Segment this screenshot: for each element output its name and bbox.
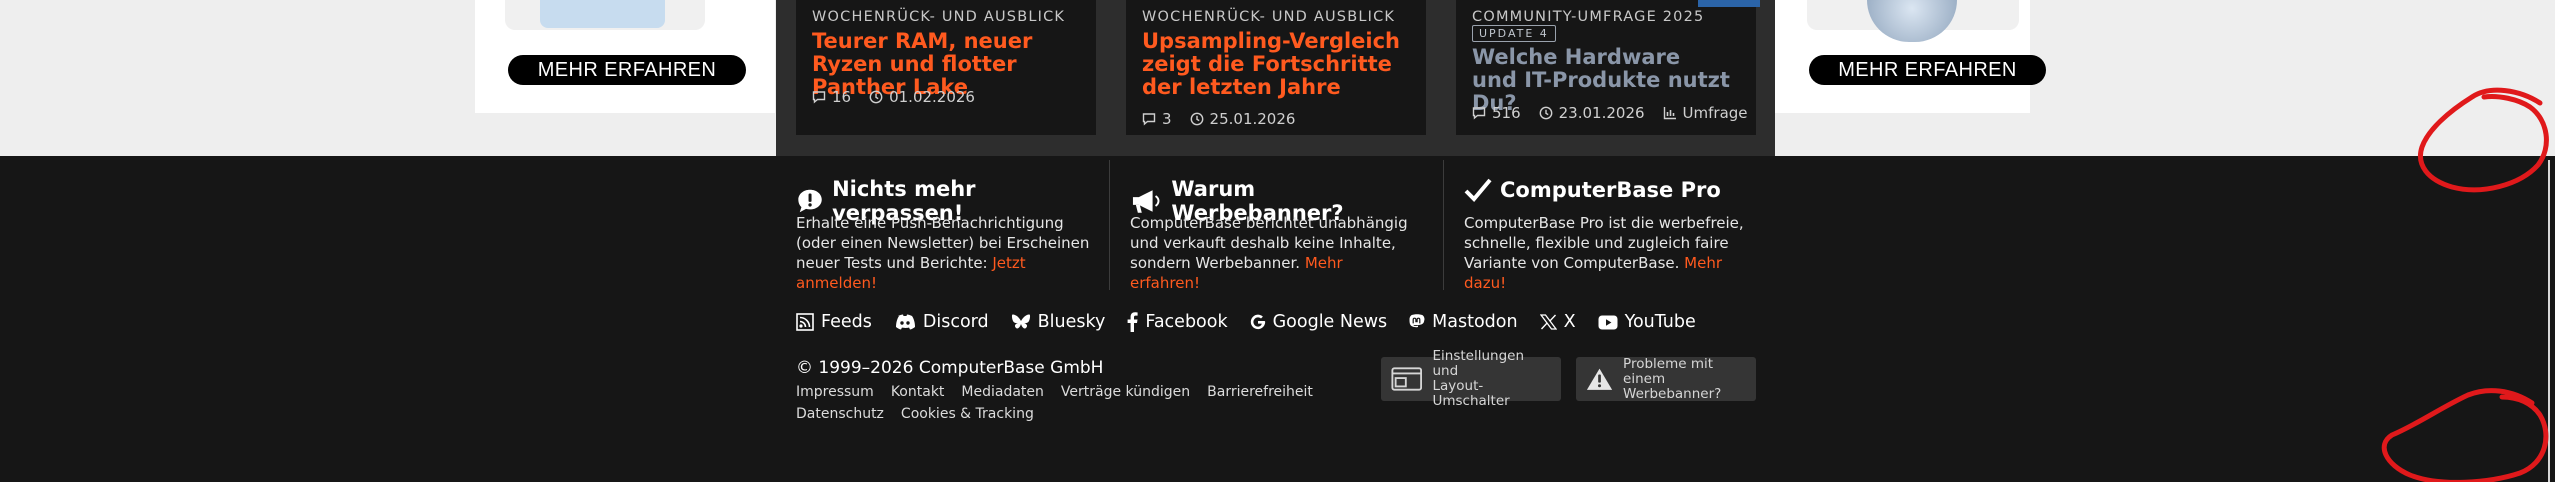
social-label: Google News [1272, 312, 1388, 332]
footer-col-newsletter: Nichts mehr verpassen! Erhalte eine Push… [796, 161, 1096, 292]
legal-link-datenschutz[interactable]: Datenschutz [796, 406, 884, 422]
social-label: Bluesky [1037, 312, 1106, 332]
social-label: Discord [922, 312, 989, 332]
clock-icon [1539, 106, 1553, 120]
footer-col-body: ComputerBase berichtet unabhängig und ve… [1130, 214, 1408, 272]
article-headline[interactable]: Upsampling-Vergleich zeigt die Fortschri… [1142, 30, 1422, 99]
legal-link-impressum[interactable]: Impressum [796, 384, 874, 400]
ad-problem-button[interactable]: Probleme mit einem Werbebanner? [1576, 355, 1756, 402]
discord-icon [895, 314, 915, 330]
settings-line1: Einstellungen und [1432, 348, 1524, 379]
social-x[interactable]: X [1539, 312, 1576, 332]
megaphone-icon [1132, 190, 1160, 213]
comment-count[interactable]: 3 [1162, 110, 1172, 128]
social-links: Feeds Discord Bluesky Facebook Google Ne… [796, 312, 1696, 332]
article-kicker: WOCHENRÜCK- UND AUSBLICK [812, 9, 1066, 25]
clock-icon [869, 90, 883, 104]
footer-divider [1443, 160, 1444, 290]
youtube-icon [1598, 315, 1618, 329]
footer-col-text: ComputerBase Pro ist die werbefreie, sch… [1464, 213, 1764, 293]
ad-problem-label: Probleme mit einem Werbebanner? [1623, 355, 1746, 402]
article-meta: 16 01.02.2026 [812, 88, 975, 106]
check-icon [1464, 178, 1492, 202]
comment-icon [1472, 107, 1486, 120]
annotation-scribbles [2381, 87, 2549, 482]
article-card-1[interactable]: WOCHENRÜCK- UND AUSBLICK Teurer RAM, neu… [796, 0, 1096, 135]
legal-link-mediadaten[interactable]: Mediadaten [961, 384, 1044, 400]
legal-link-vertraege[interactable]: Verträge kündigen [1061, 384, 1190, 400]
comment-icon [812, 91, 826, 104]
bluesky-icon [1011, 314, 1030, 329]
scribble-top [2418, 87, 2549, 193]
ad-right: MEHR ERFAHREN [1775, 0, 2046, 113]
google-icon [1250, 314, 1265, 330]
article-kicker: COMMUNITY-UMFRAGE 2025 [1472, 9, 1705, 25]
social-feeds[interactable]: Feeds [796, 312, 872, 332]
footer-col-body: Erhalte eine Push-Benachrichtigung (oder… [796, 214, 1090, 272]
article-meta: 3 25.01.2026 [1142, 110, 1295, 128]
ad-left-button[interactable]: MEHR ERFAHREN [508, 55, 746, 85]
footer-col-text: Erhalte eine Push-Benachrichtigung (oder… [796, 213, 1096, 293]
ad-right-button[interactable]: MEHR ERFAHREN [1809, 55, 2046, 85]
social-label: Facebook [1145, 312, 1228, 332]
comment-count[interactable]: 516 [1492, 104, 1521, 122]
article-meta: 516 23.01.2026 Umfrage [1472, 104, 1748, 122]
footer-col-text: ComputerBase berichtet unabhängig und ve… [1130, 213, 1410, 293]
social-facebook[interactable]: Facebook [1127, 312, 1228, 332]
article-date: 25.01.2026 [1209, 110, 1296, 128]
ad-left: MEHR ERFAHREN [475, 0, 775, 113]
chart-icon [1663, 107, 1676, 120]
footer-col-title-text: ComputerBase Pro [1500, 178, 1721, 202]
layout-icon [1391, 367, 1423, 391]
ad-right-product-image [1867, 0, 1957, 42]
clock-icon [1190, 112, 1203, 126]
article-kicker: WOCHENRÜCK- UND AUSBLICK [1142, 9, 1396, 25]
warning-icon [1586, 368, 1613, 390]
social-mastodon[interactable]: Mastodon [1409, 312, 1518, 332]
article-date: 01.02.2026 [889, 88, 975, 106]
social-label: Feeds [821, 312, 872, 332]
social-label: YouTube [1624, 312, 1696, 332]
social-google-news[interactable]: Google News [1250, 312, 1388, 332]
problem-line1: Probleme mit einem [1623, 355, 1714, 387]
legal-link-barrierefreiheit[interactable]: Barrierefreiheit [1207, 384, 1313, 400]
ad-left-product-image [540, 0, 665, 28]
ad-right-image-frame [1807, 0, 2019, 42]
article-tag[interactable]: Umfrage [1683, 104, 1748, 122]
article-card-2[interactable]: WOCHENRÜCK- UND AUSBLICK Upsampling-Verg… [1126, 0, 1426, 135]
social-youtube[interactable]: YouTube [1598, 312, 1696, 332]
social-label: X [1563, 312, 1576, 332]
legal-link-kontakt[interactable]: Kontakt [891, 384, 945, 400]
settings-line2: Layout-Umschalter [1432, 378, 1510, 409]
footer-divider [1109, 160, 1110, 290]
problem-line2: Werbebanner? [1623, 385, 1722, 402]
article-date: 23.01.2026 [1558, 104, 1645, 122]
settings-button-label: Einstellungen und Layout-Umschalter [1432, 349, 1551, 409]
mastodon-icon [1409, 313, 1425, 327]
ad-left-image-frame [505, 0, 705, 30]
article-card-3[interactable]: COMMUNITY-UMFRAGE 2025 UPDATE 4 Welche H… [1456, 0, 1756, 135]
card-accent [1698, 0, 1760, 7]
footer-col-title: ComputerBase Pro [1464, 177, 1721, 203]
copyright: © 1999–2026 ComputerBase GmbH [796, 358, 1104, 378]
footer-col-pro: ComputerBase Pro ComputerBase Pro ist di… [1464, 161, 1764, 292]
settings-button[interactable]: Einstellungen und Layout-Umschalter [1381, 349, 1561, 409]
scribble-bottom [2381, 388, 2549, 482]
bell-icon [798, 189, 822, 213]
comment-count[interactable]: 16 [832, 88, 851, 106]
legal-link-cookies[interactable]: Cookies & Tracking [901, 406, 1034, 422]
facebook-icon [1127, 312, 1138, 332]
comment-icon [1142, 113, 1156, 126]
legal-links: Impressum Kontakt Mediadaten Verträge kü… [796, 384, 1356, 422]
social-bluesky[interactable]: Bluesky [1011, 312, 1106, 332]
update-badge: UPDATE 4 [1472, 25, 1556, 42]
rss-icon [796, 313, 814, 331]
footer-col-ads: Warum Werbebanner? ComputerBase berichte… [1130, 161, 1430, 292]
social-discord[interactable]: Discord [894, 312, 989, 332]
x-icon [1539, 314, 1557, 330]
social-label: Mastodon [1432, 312, 1518, 332]
